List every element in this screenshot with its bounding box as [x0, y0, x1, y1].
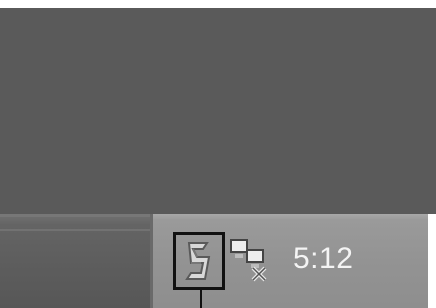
app-tray-icon-highlight[interactable] — [173, 232, 225, 290]
taskbar-buttons-area[interactable] — [0, 214, 150, 308]
top-margin — [0, 0, 436, 8]
tray-clock[interactable]: 5:12 — [293, 242, 353, 276]
system-tray: 5:12 — [150, 214, 436, 308]
network-connection-icon[interactable] — [229, 236, 269, 282]
callout-line — [200, 290, 202, 308]
app-tray-icon[interactable] — [181, 239, 217, 283]
desktop-area[interactable] — [0, 8, 436, 214]
screen: 5:12 — [0, 0, 436, 308]
taskbar: 5:12 — [0, 214, 436, 308]
taskbar-divider — [0, 229, 150, 231]
right-edge — [428, 214, 436, 308]
